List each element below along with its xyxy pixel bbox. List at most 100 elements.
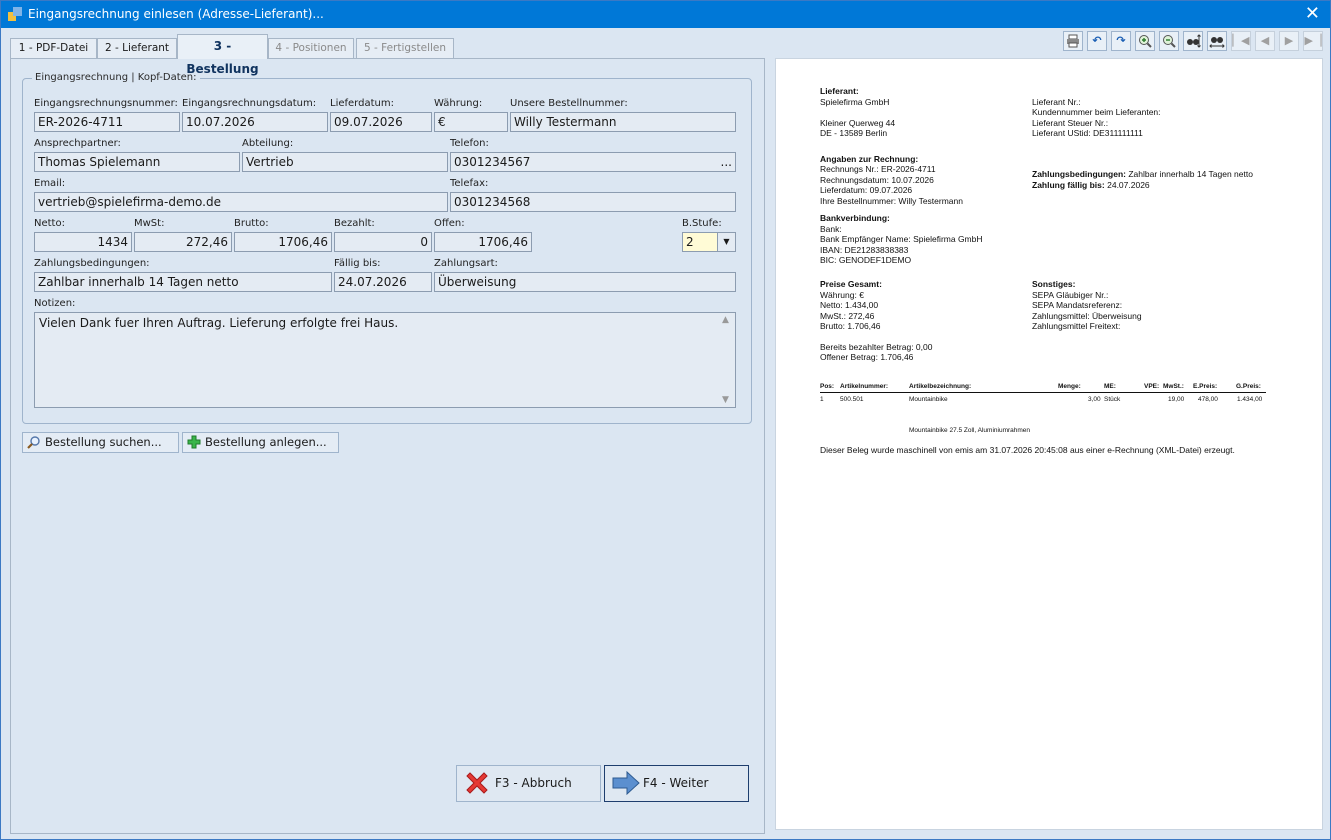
pv-due-value: 24.07.2026 xyxy=(1107,180,1150,190)
notes-textarea[interactable]: Vielen Dank fuer Ihren Auftrag. Lieferun… xyxy=(34,312,736,408)
pv-row-desc: Mountainbike xyxy=(909,396,948,403)
chevron-down-icon[interactable]: ▼ xyxy=(717,233,735,251)
delivery-date-field[interactable]: 09.07.2026 xyxy=(330,112,432,132)
next-label: F4 - Weiter xyxy=(643,776,709,790)
pv-iban: IBAN: DE21283838383 xyxy=(820,245,909,255)
invoice-date-field[interactable]: 10.07.2026 xyxy=(182,112,328,132)
pv-payment-text: Zahlungsmittel Freitext: xyxy=(1032,321,1121,331)
due-label: Fällig bis: xyxy=(334,258,381,269)
currency-field[interactable]: € xyxy=(434,112,508,132)
cancel-x-icon xyxy=(466,772,488,794)
fax-field[interactable]: 0301234568 xyxy=(450,192,736,212)
cancel-label: F3 - Abbruch xyxy=(495,776,572,790)
phone-more-button[interactable]: ... xyxy=(721,153,732,171)
scroll-down-icon[interactable]: ▼ xyxy=(722,395,729,405)
tab-positionen[interactable]: 4 - Positionen xyxy=(268,38,354,58)
fit-height-icon[interactable] xyxy=(1183,31,1203,51)
payment-type-label: Zahlungsart: xyxy=(434,258,498,269)
pv-th-vpe: VPE: xyxy=(1144,383,1160,390)
level-select[interactable]: 2 ▼ xyxy=(682,232,736,252)
search-order-button[interactable]: Bestellung suchen... xyxy=(22,432,179,453)
pv-row-detail: Mountainbike 27.5 Zoll, Aluminiumrahmen xyxy=(909,427,1031,434)
pv-prices-heading: Preise Gesamt: xyxy=(820,279,882,289)
pv-city: DE - 13589 Berlin xyxy=(820,128,888,138)
pv-tax-no: Lieferant Steuer Nr.: xyxy=(1032,118,1109,128)
vat-label: MwSt: xyxy=(134,218,165,229)
payment-type-field[interactable]: Überweisung xyxy=(434,272,736,292)
pv-paid: Bereits bezahlter Betrag: 0,00 xyxy=(820,342,933,352)
email-label: Email: xyxy=(34,178,66,189)
vat-field[interactable]: 272,46 xyxy=(134,232,232,252)
scroll-up-icon[interactable]: ▲ xyxy=(722,315,729,325)
title-bar: Eingangsrechnung einlesen (Adresse-Liefe… xyxy=(1,1,1330,28)
pv-row-article: 500.501 xyxy=(840,396,864,403)
invoice-preview: Lieferant: Spielefirma GmbH Kleiner Quer… xyxy=(775,58,1323,830)
email-field[interactable]: vertrieb@spielefirma-demo.de xyxy=(34,192,448,212)
order-no-field[interactable]: Willy Testermann xyxy=(510,112,736,132)
search-icon xyxy=(27,436,40,449)
cancel-button[interactable]: F3 - Abbruch xyxy=(456,765,601,802)
first-page-icon[interactable]: ▏◀ xyxy=(1231,31,1251,51)
pv-row-unit-price: 478,00 xyxy=(1198,396,1218,403)
pv-bic: BIC: GENODEF1DEMO xyxy=(820,255,912,265)
gross-label: Brutto: xyxy=(234,218,269,229)
undo-icon[interactable]: ↶ xyxy=(1087,31,1107,51)
invoice-no-field[interactable]: ER-2026-4711 xyxy=(34,112,180,132)
pv-supplier-no: Lieferant Nr.: xyxy=(1032,97,1081,107)
pv-sepa-creditor: SEPA Gläubiger Nr.: xyxy=(1032,290,1109,300)
app-window: Eingangsrechnung einlesen (Adresse-Liefe… xyxy=(0,0,1331,840)
tab-pdf-datei[interactable]: 1 - PDF-Datei xyxy=(10,38,97,58)
zoom-out-icon[interactable] xyxy=(1159,31,1179,51)
next-button[interactable]: F4 - Weiter xyxy=(604,765,749,802)
tab-lieferant[interactable]: 2 - Lieferant xyxy=(97,38,177,58)
net-label: Netto: xyxy=(34,218,65,229)
pv-due-heading: Zahlung fällig bis: xyxy=(1032,180,1105,190)
create-order-label: Bestellung anlegen... xyxy=(205,435,327,449)
create-order-button[interactable]: Bestellung anlegen... xyxy=(182,432,339,453)
window-body: 1 - PDF-Datei 2 - Lieferant 3 - Bestellu… xyxy=(5,28,1327,836)
level-value: 2 xyxy=(686,235,694,249)
net-field[interactable]: 1434 xyxy=(34,232,132,252)
fit-width-icon[interactable] xyxy=(1207,31,1227,51)
delivery-date-label: Lieferdatum: xyxy=(330,98,394,109)
last-page-icon[interactable]: ▶▕ xyxy=(1303,31,1323,51)
order-panel: Eingangsrechnung | Kopf-Daten: Eingangsr… xyxy=(10,58,765,834)
pv-gross: Brutto: 1.706,46 xyxy=(820,321,881,331)
phone-field[interactable]: 0301234567 ... xyxy=(450,152,736,172)
pv-row-pos: 1 xyxy=(820,396,824,403)
next-page-icon[interactable]: ▶ xyxy=(1279,31,1299,51)
paid-field[interactable]: 0 xyxy=(334,232,432,252)
pv-other-heading: Sonstiges: xyxy=(1032,279,1076,289)
pv-delivery-date: Lieferdatum: 09.07.2026 xyxy=(820,185,913,195)
pv-open: Offener Betrag: 1.706,46 xyxy=(820,352,914,362)
pv-th-unit-price: E.Preis: xyxy=(1193,383,1218,390)
phone-value: 0301234567 xyxy=(454,155,531,169)
pv-invoice-heading: Angaben zur Rechnung: xyxy=(820,154,919,164)
print-icon[interactable] xyxy=(1063,31,1083,51)
due-field[interactable]: 24.07.2026 xyxy=(334,272,432,292)
redo-icon[interactable]: ↷ xyxy=(1111,31,1131,51)
pv-ustid: Lieferant UStid: DE311111111 xyxy=(1032,128,1143,138)
close-icon[interactable]: ✕ xyxy=(1305,4,1320,24)
zoom-in-icon[interactable] xyxy=(1135,31,1155,51)
pv-row-vat: 19,00 xyxy=(1168,396,1185,403)
department-field[interactable]: Vertrieb xyxy=(242,152,448,172)
tab-bestellung[interactable]: 3 - Bestellung xyxy=(177,34,268,76)
open-field[interactable]: 1706,46 xyxy=(434,232,532,252)
tab-fertigstellen[interactable]: 5 - Fertigstellen xyxy=(356,38,454,58)
pv-bank-recipient: Bank Empfänger Name: Spielefirma GmbH xyxy=(820,234,983,244)
pv-terms-heading: Zahlungsbedingungen: xyxy=(1032,169,1126,179)
terms-field[interactable]: Zahlbar innerhalb 14 Tagen netto xyxy=(34,272,332,292)
pv-row-total: 1.434,00 xyxy=(1237,396,1263,403)
notes-scrollbar[interactable]: ▲ ▼ xyxy=(719,313,735,407)
invoice-no-label: Eingangsrechnungsnummer: xyxy=(34,98,178,109)
prev-page-icon[interactable]: ◀ xyxy=(1255,31,1275,51)
open-label: Offen: xyxy=(434,218,465,229)
gross-field[interactable]: 1706,46 xyxy=(234,232,332,252)
pv-payment-means: Zahlungsmittel: Überweisung xyxy=(1032,311,1142,321)
department-label: Abteilung: xyxy=(242,138,294,149)
pv-vat: MwSt.: 272,46 xyxy=(820,311,875,321)
pv-street: Kleiner Querweg 44 xyxy=(820,118,896,128)
contact-field[interactable]: Thomas Spielemann xyxy=(34,152,240,172)
terms-label: Zahlungsbedingungen: xyxy=(34,258,150,269)
